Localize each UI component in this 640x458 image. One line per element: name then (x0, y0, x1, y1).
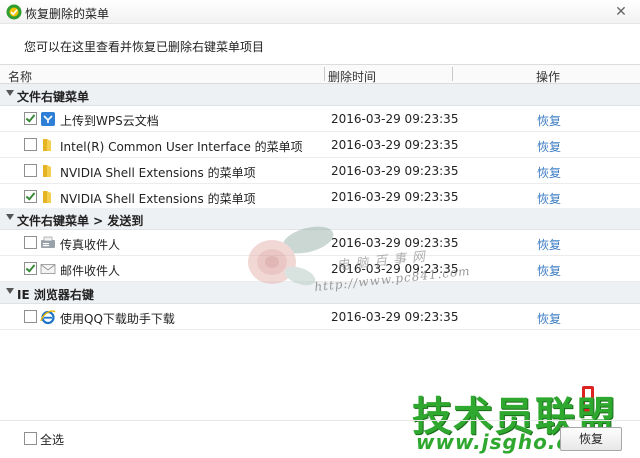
item-name: NVIDIA Shell Extensions 的菜单项 (60, 166, 256, 180)
select-all-label[interactable]: 全选 (40, 431, 64, 448)
list-item[interactable]: NVIDIA Shell Extensions 的菜单项 2016-03-29 … (0, 158, 640, 184)
close-icon: ✕ (615, 4, 627, 20)
window-title: 恢复删除的菜单 (25, 7, 110, 21)
column-header-name[interactable]: 名称 (8, 68, 32, 85)
item-checkbox[interactable] (24, 236, 37, 249)
list-item[interactable]: NVIDIA Shell Extensions 的菜单项 2016-03-29 … (0, 184, 640, 210)
ie-icon (40, 310, 56, 325)
item-name: NVIDIA Shell Extensions 的菜单项 (60, 192, 256, 206)
close-button[interactable]: ✕ (608, 2, 634, 22)
checkmark-icon (25, 112, 36, 123)
app-logo-icon (6, 4, 22, 20)
column-divider[interactable] (452, 67, 453, 81)
checkmark-icon (25, 190, 36, 201)
list-item[interactable]: 上传到WPS云文档 2016-03-29 09:23:35 恢复 (0, 106, 640, 132)
restore-link[interactable]: 恢复 (537, 310, 561, 327)
item-time: 2016-03-29 09:23:35 (331, 310, 459, 324)
list-item[interactable]: Intel(R) Common User Interface 的菜单项 2016… (0, 132, 640, 158)
folder-icon (43, 191, 51, 203)
column-header-action: 操作 (536, 70, 561, 84)
folder-icon (43, 165, 51, 177)
fax-icon (41, 236, 55, 248)
folder-icon (43, 139, 51, 151)
wps-cloud-icon (41, 112, 55, 126)
column-divider[interactable] (324, 67, 325, 81)
deleted-menu-list: 文件右键菜单 上传到WPS云文档 2016-03-29 09:23:35 恢复 … (0, 84, 640, 340)
item-name: 使用QQ下载助手下载 (60, 312, 175, 326)
collapse-triangle-icon[interactable] (6, 214, 14, 220)
item-time: 2016-03-29 09:23:35 (331, 112, 459, 126)
item-checkbox[interactable] (24, 138, 37, 151)
checkmark-icon (25, 262, 36, 273)
item-checkbox[interactable] (24, 310, 37, 323)
restore-link[interactable]: 恢复 (537, 190, 561, 207)
item-time: 2016-03-29 09:23:35 (331, 164, 459, 178)
description-text: 您可以在这里查看并恢复已删除右键菜单项目 (24, 40, 265, 54)
item-name: Intel(R) Common User Interface 的菜单项 (60, 140, 303, 154)
group-header-file-menu[interactable]: 文件右键菜单 (0, 84, 640, 106)
group-title: 文件右键菜单 > 发送到 (17, 214, 144, 228)
item-checkbox[interactable] (24, 164, 37, 177)
item-name: 传真收件人 (60, 238, 121, 252)
item-name: 上传到WPS云文档 (60, 114, 159, 128)
item-checkbox[interactable] (24, 262, 37, 275)
footer-bar: 全选 恢复 (0, 420, 640, 458)
restore-link[interactable]: 恢复 (537, 262, 561, 279)
restore-link[interactable]: 恢复 (537, 236, 561, 253)
column-header-time[interactable]: 删除时间 (328, 68, 376, 85)
collapse-triangle-icon[interactable] (6, 90, 14, 96)
restore-link[interactable]: 恢复 (537, 112, 561, 129)
item-time: 2016-03-29 09:23:35 (331, 190, 459, 204)
item-name: 邮件收件人 (60, 264, 121, 278)
item-checkbox[interactable] (24, 190, 37, 203)
list-item[interactable]: 使用QQ下载助手下载 2016-03-29 09:23:35 恢复 (0, 304, 640, 330)
group-title: 文件右键菜单 (17, 90, 90, 104)
group-title: IE 浏览器右键 (17, 288, 94, 302)
restore-link[interactable]: 恢复 (537, 138, 561, 155)
item-time: 2016-03-29 09:23:35 (331, 138, 459, 152)
mail-icon (40, 264, 56, 274)
restore-button[interactable]: 恢复 (560, 427, 622, 451)
collapse-triangle-icon[interactable] (6, 288, 14, 294)
item-checkbox[interactable] (24, 112, 37, 125)
table-header: 名称 删除时间 操作 (0, 64, 640, 84)
select-all-checkbox[interactable] (24, 432, 37, 445)
restore-link[interactable]: 恢复 (537, 164, 561, 181)
title-bar: 恢复删除的菜单 ✕ (0, 0, 640, 24)
